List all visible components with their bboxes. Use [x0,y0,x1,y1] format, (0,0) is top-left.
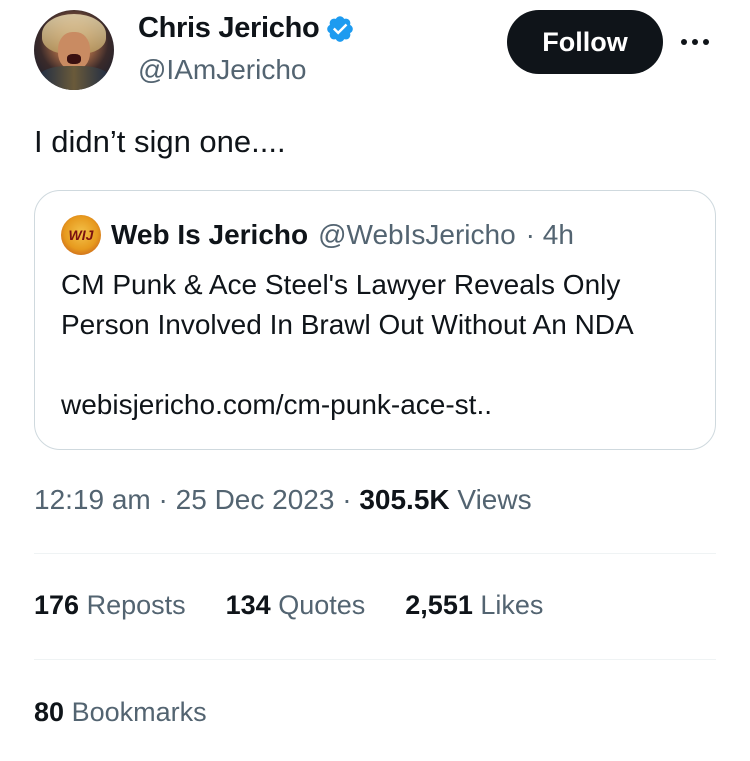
quotes-label: Quotes [278,590,366,620]
more-options-icon[interactable] [681,30,715,54]
reposts-count: 176 [34,590,80,620]
author-handle[interactable]: @IAmJericho [138,54,306,86]
quoted-tweet-text: CM Punk & Ace Steel's Lawyer Reveals Onl… [61,269,634,340]
meta-separator: · [158,484,176,515]
likes-count: 2,551 [405,590,473,620]
tweet-meta: 12:19 am · 25 Dec 2023 · 305.5K Views [34,484,532,516]
reposts-stat[interactable]: 176 Reposts [34,590,186,621]
views-count: 305.5K [359,484,450,515]
author-display-name[interactable]: Chris Jericho [138,12,320,45]
divider [34,659,716,660]
reposts-label: Reposts [86,590,186,620]
avatar-jacket [38,66,110,90]
bookmarks-count: 80 [34,697,65,727]
author-name-row[interactable]: Chris Jericho [138,12,355,45]
meta-separator: · [342,484,360,515]
bookmarks-label: Bookmarks [71,697,207,727]
more-dot [692,39,698,45]
avatar-face [58,32,90,70]
bookmarks-stat[interactable]: 80 Bookmarks [34,697,207,728]
verified-badge-icon [327,15,354,42]
likes-label: Likes [480,590,544,620]
avatar-mouth [67,54,81,64]
quoted-author-handle[interactable]: @WebIsJericho [318,219,516,251]
engagement-stats: 176 Reposts 134 Quotes 2,551 Likes [34,590,543,621]
quoted-tweet-card[interactable]: WIJ Web Is Jericho @WebIsJericho · 4h CM… [34,190,716,450]
divider [34,553,716,554]
more-dot [703,39,709,45]
quoted-tweet-link[interactable]: webisjericho.com/cm-punk-ace-st.. [61,387,492,423]
likes-stat[interactable]: 2,551 Likes [405,590,543,621]
tweet-text: I didn’t sign one.... [34,124,286,159]
more-dot [681,39,687,45]
quoted-author-name[interactable]: Web Is Jericho [111,219,308,251]
quoted-tweet-time: · 4h [525,219,574,250]
views-label: Views [457,484,532,515]
tweet-time[interactable]: 12:19 am [34,484,151,515]
quoted-author-avatar[interactable]: WIJ [61,215,101,255]
quoted-tweet-header: WIJ Web Is Jericho @WebIsJericho · 4h [61,215,574,255]
quotes-stat[interactable]: 134 Quotes [226,590,366,621]
quoted-avatar-logo-text: WIJ [68,227,94,243]
quotes-count: 134 [225,590,271,620]
follow-button[interactable]: Follow [507,10,663,74]
tweet-date[interactable]: 25 Dec 2023 [176,484,335,515]
author-avatar[interactable] [34,10,114,90]
